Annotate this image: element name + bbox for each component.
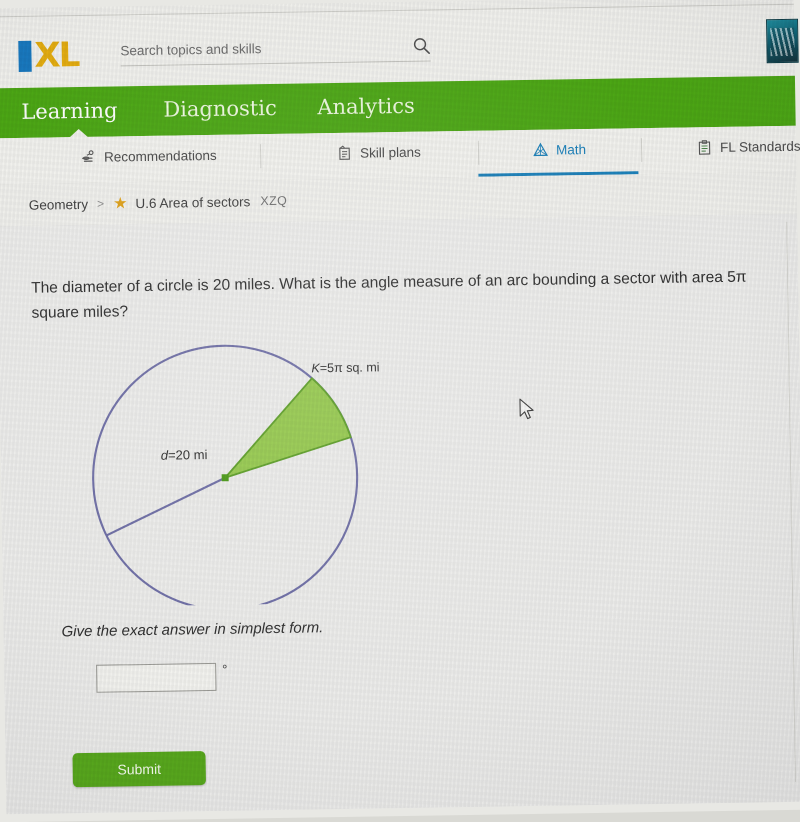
nav-item-learning[interactable]: Learning <box>21 98 118 124</box>
tab-skill-plans-label: Skill plans <box>359 144 421 161</box>
answer-input[interactable] <box>96 662 217 693</box>
tab-divider <box>640 138 643 163</box>
tab-recommendations-label: Recommendations <box>103 147 217 165</box>
tab-fl-standards[interactable]: FL Standards <box>696 138 800 157</box>
logo-xl-text: XL <box>34 34 79 76</box>
math-pyramid-icon <box>533 142 549 157</box>
breadcrumb-subject[interactable]: Geometry <box>29 196 89 212</box>
sector-wedge <box>222 377 352 480</box>
question-panel: The diameter of a circle is 20 miles. Wh… <box>0 213 800 815</box>
avatar[interactable] <box>766 18 799 64</box>
tab-recommendations[interactable]: Recommendations <box>80 147 217 166</box>
degree-symbol: ° <box>222 661 228 677</box>
star-icon[interactable]: ★ <box>113 193 128 213</box>
circle-sector-diagram: K=5π sq. mi d=20 mi <box>77 332 411 611</box>
skill-plans-icon <box>339 145 350 160</box>
breadcrumb-skill-code: XZQ <box>260 193 288 209</box>
photographed-screen: XL Learning Diagnostic Analytics <box>0 0 800 822</box>
logo-i-block <box>18 40 32 72</box>
tab-divider <box>259 144 262 169</box>
tab-fl-standards-label: FL Standards <box>719 138 800 155</box>
diameter-line <box>105 476 226 537</box>
breadcrumb-separator: > <box>97 196 105 211</box>
nav-item-analytics[interactable]: Analytics <box>317 94 415 120</box>
diameter-label: d=20 mi <box>160 447 208 463</box>
tab-math[interactable]: Math <box>532 141 586 159</box>
search-bar[interactable] <box>120 36 431 67</box>
sector-area-label: K=5π sq. mi <box>311 360 380 376</box>
search-input[interactable] <box>120 38 376 58</box>
instruction-text: Give the exact answer in simplest form. <box>61 619 324 641</box>
browser-viewport: XL Learning Diagnostic Analytics <box>0 0 800 815</box>
tab-math-label: Math <box>555 142 587 158</box>
tab-divider <box>477 140 480 165</box>
answer-row: ° <box>96 661 228 693</box>
standards-clipboard-icon <box>698 140 711 155</box>
breadcrumb-skill[interactable]: U.6 Area of sectors <box>135 194 250 211</box>
top-header-bar: XL <box>0 3 799 90</box>
submit-button[interactable]: Submit <box>72 751 206 788</box>
ixl-logo[interactable]: XL <box>18 34 79 76</box>
recommendations-icon <box>82 150 94 162</box>
search-icon[interactable] <box>412 36 430 54</box>
question-text: The diameter of a circle is 20 miles. Wh… <box>31 268 747 322</box>
nav-item-diagnostic[interactable]: Diagnostic <box>163 96 277 122</box>
center-point <box>221 474 229 482</box>
tab-skill-plans[interactable]: Skill plans <box>336 144 421 162</box>
